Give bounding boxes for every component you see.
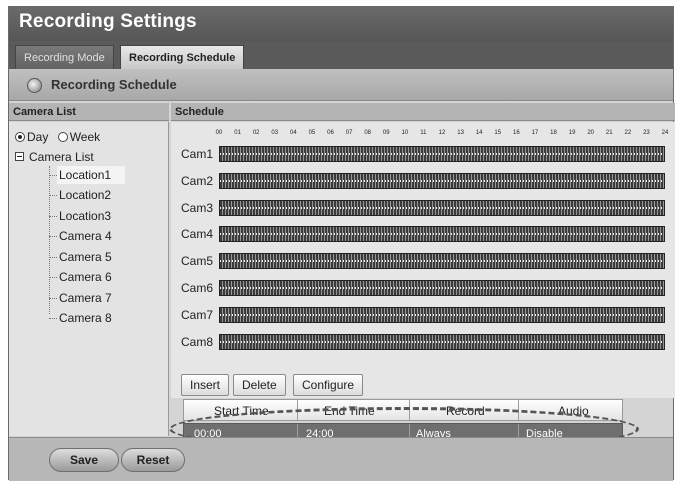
schedule-timeline-bar[interactable]	[219, 253, 665, 270]
week-option[interactable]: Week	[57, 130, 101, 144]
radio-day[interactable]	[15, 132, 25, 142]
hour-label: 24	[661, 130, 669, 136]
tree-item-camera-6[interactable]: Camera 6	[49, 268, 164, 286]
hour-label: 12	[438, 130, 446, 136]
hour-label: 23	[643, 130, 650, 136]
configure-button[interactable]: Configure	[293, 374, 364, 396]
hour-label: 17	[531, 130, 539, 136]
tree-item-label: Location2	[59, 188, 112, 202]
tree-item-camera-7[interactable]: Camera 7	[49, 289, 164, 307]
hour-label: 03	[271, 130, 279, 136]
camera-schedule-row: Cam4	[171, 222, 675, 248]
hour-label: 16	[512, 130, 520, 136]
hour-label: 22	[624, 130, 632, 136]
camera-label: Cam1	[181, 147, 214, 161]
hour-label: 07	[345, 130, 353, 136]
hour-label: 11	[420, 130, 427, 136]
camera-label: Cam4	[181, 227, 214, 242]
schedule-timeline-bar[interactable]	[219, 146, 665, 162]
camera-label: Cam2	[181, 173, 214, 188]
camera-label: Cam6	[181, 281, 214, 295]
camera-schedule-row: Cam3	[171, 196, 675, 222]
schedule-grid: 00 01 02 03 04 05 06 07 08 09 10 11 12 13 14 15 16 17 18 19…	[171, 122, 675, 372]
view-mode-group: Day Week	[15, 130, 106, 144]
tree-item-camera-5[interactable]: Camera 5	[49, 248, 164, 266]
settings-ring-icon	[27, 78, 42, 93]
hour-label: 02	[252, 130, 260, 136]
hour-label: 18	[550, 130, 557, 136]
insert-button[interactable]: Insert	[181, 374, 230, 396]
collapse-icon[interactable]	[15, 152, 24, 161]
hour-label: 00	[215, 130, 223, 136]
schedule-timeline-bar[interactable]	[219, 280, 665, 296]
tree-item-location3[interactable]: Location3	[49, 207, 164, 225]
camera-schedule-row: Cam5	[171, 249, 675, 275]
title-bar: Recording Settings	[9, 7, 673, 41]
save-button[interactable]: Save	[49, 448, 119, 472]
tree-item-location2[interactable]: Location2	[49, 186, 164, 204]
schedule-timeline-bar[interactable]	[219, 226, 665, 243]
section-title: Recording Schedule	[51, 77, 177, 92]
schedule-header: Schedule	[171, 103, 675, 121]
tab-recording-schedule[interactable]: Recording Schedule	[120, 45, 245, 69]
camera-schedule-row: Cam8	[171, 330, 675, 356]
reset-button[interactable]: Reset	[121, 448, 185, 472]
tree-item-label: Camera 8	[59, 311, 112, 325]
camera-schedule-row: Cam6	[171, 276, 675, 302]
hour-label: 14	[475, 130, 483, 136]
footer-bar: Save Reset	[9, 437, 673, 481]
camera-label: Cam3	[181, 200, 214, 215]
week-label: Week	[69, 130, 101, 144]
hour-label: 20	[587, 130, 594, 136]
hour-scale: 00 01 02 03 04 05 06 07 08 09 10 11 12 13 14 15 16 17 18 19…	[215, 130, 669, 140]
hour-label: 09	[382, 130, 390, 136]
camera-schedule-row: Cam1	[171, 142, 675, 168]
tab-bar: Recording Mode Recording Schedule	[9, 41, 673, 69]
recording-settings-window: Recording Settings Recording Mode Record…	[8, 6, 675, 481]
hour-label: 10	[401, 130, 409, 136]
delete-button[interactable]: Delete	[233, 374, 286, 396]
camera-label: Cam5	[181, 254, 214, 269]
tree-item-label: Camera 7	[59, 291, 112, 305]
window-title: Recording Settings	[19, 11, 197, 32]
tree-item-label: Camera 4	[59, 229, 112, 243]
tab-recording-mode[interactable]: Recording Mode	[15, 45, 114, 69]
schedule-timeline-bar[interactable]	[219, 333, 665, 350]
hour-label: 01	[234, 130, 241, 136]
hour-label: 19	[568, 130, 576, 136]
schedule-timeline-bar[interactable]	[219, 172, 665, 189]
tree-item-camera-4[interactable]: Camera 4	[49, 227, 164, 245]
hour-label: 04	[289, 130, 297, 136]
camera-schedule-row: Cam7	[171, 303, 675, 329]
tree-item-label: Camera 5	[59, 250, 112, 264]
hour-label: 06	[327, 130, 334, 136]
camera-list-panel: Day Week Camera List Location1 Location2…	[9, 122, 169, 436]
tree-root[interactable]: Camera List	[15, 150, 94, 164]
hour-label: 21	[605, 130, 613, 136]
tree-item-camera-8[interactable]: Camera 8	[49, 309, 164, 327]
schedule-timeline-bar[interactable]	[219, 199, 665, 216]
schedule-timeline-bar[interactable]	[219, 306, 665, 323]
hour-label: 15	[494, 130, 502, 136]
section-header: Recording Schedule	[9, 69, 673, 101]
day-option[interactable]: Day	[15, 130, 48, 144]
hour-label: 13	[457, 130, 464, 136]
hour-label: 05	[308, 130, 316, 136]
radio-week[interactable]	[57, 132, 68, 142]
tree-root-label: Camera List	[29, 150, 94, 164]
tree-item-label: Location3	[59, 209, 112, 223]
camera-schedule-row: Cam2	[171, 169, 675, 195]
tree-item-location1[interactable]: Location1	[49, 166, 164, 184]
camera-list-header: Camera List	[9, 103, 169, 121]
tree-item-label: Camera 6	[59, 270, 112, 284]
camera-label: Cam7	[181, 307, 214, 322]
camera-label: Cam8	[181, 334, 214, 349]
action-bar: Insert Delete Configure	[171, 372, 675, 398]
hour-label: 08	[364, 130, 371, 136]
tree-item-label: Location1	[57, 166, 126, 184]
day-label: Day	[27, 130, 49, 144]
content-area: Recording Schedule Camera List Schedule …	[9, 69, 675, 481]
